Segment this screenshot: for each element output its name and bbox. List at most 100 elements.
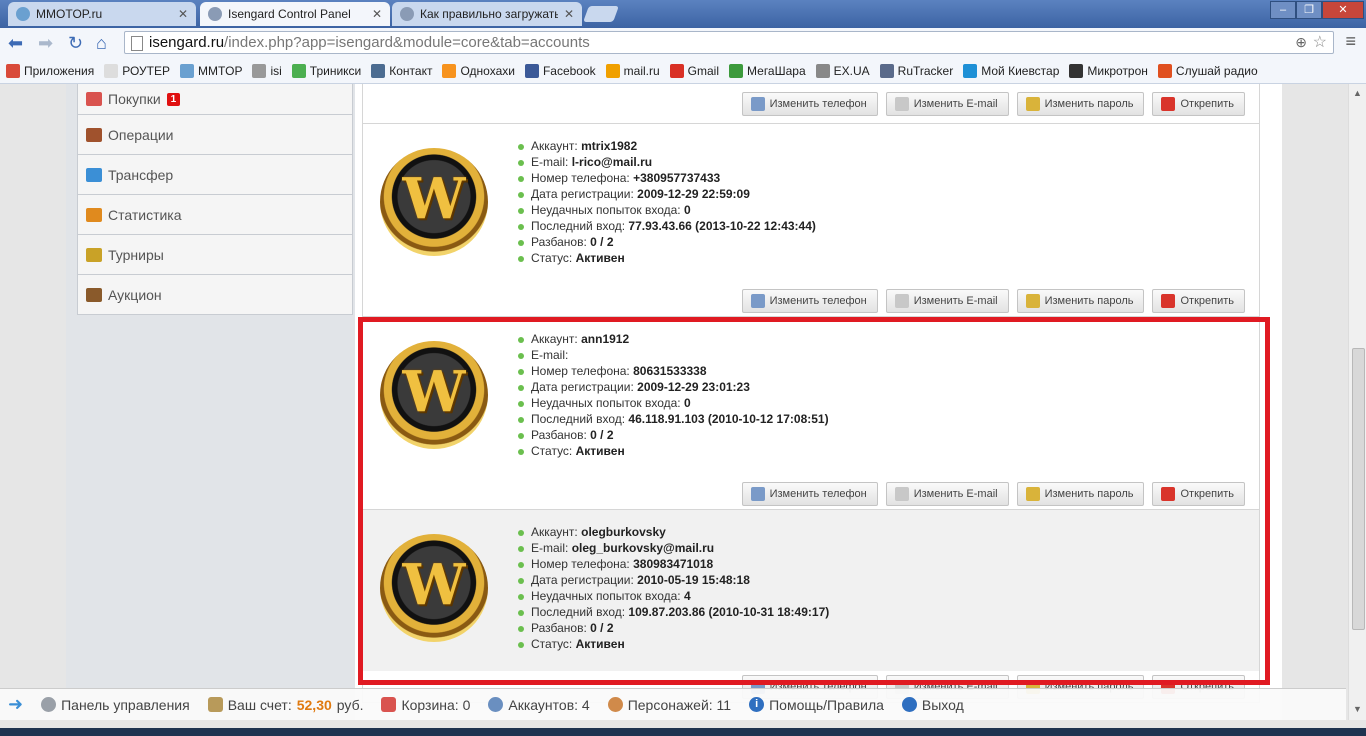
new-tab-button[interactable] (583, 6, 619, 22)
sidebar-item[interactable]: Операции (77, 115, 353, 155)
tab-mmotop[interactable]: MMOTOP.ru ✕ (8, 2, 196, 26)
bookmark-item[interactable]: MMTOP (180, 63, 242, 78)
account-details: Аккаунт: ann1912 E-mail: Номер телефона: … (518, 331, 829, 459)
detail-label: Номер телефона: (531, 171, 630, 185)
bookmark-item[interactable]: Приложения (6, 63, 95, 78)
change-email-button[interactable]: Изменить E-mail (885, 91, 1009, 116)
bookmark-item[interactable]: Однохахи (442, 63, 515, 78)
sidebar-item[interactable]: Статистика (77, 195, 353, 235)
detail-value: ann1912 (581, 332, 630, 346)
vk-icon (371, 63, 386, 78)
rutracker-icon (879, 63, 894, 78)
balance-info[interactable]: Ваш счет: 52,30 руб. (207, 697, 363, 713)
change-email-button[interactable]: Изменить E-mail (885, 481, 1009, 506)
page-scrollbar[interactable]: ▲ ▼ (1348, 84, 1366, 720)
accounts-count-label: Аккаунтов: 4 (508, 696, 590, 713)
button-label: Изменить E-mail (913, 294, 998, 307)
url-host: isengard.ru (149, 34, 225, 51)
bookmark-item[interactable]: isi (252, 63, 282, 78)
scroll-down-icon[interactable]: ▼ (1353, 704, 1362, 714)
bookmark-item[interactable]: Слушай радио (1157, 63, 1258, 78)
change-password-button[interactable]: Изменить пароль (1016, 481, 1145, 506)
bookmark-item[interactable]: Контакт (371, 63, 432, 78)
cart-link[interactable]: Корзина: 0 (381, 697, 470, 713)
page-icon (104, 63, 119, 78)
stop-icon (1161, 96, 1176, 111)
accounts-link[interactable]: Аккаунтов: 4 (488, 696, 590, 713)
detail-label: Номер телефона: (531, 364, 630, 378)
bookmark-item[interactable]: Триникси (291, 63, 361, 78)
sidebar-item-label: Статистика (108, 206, 182, 223)
bookmark-item[interactable]: МегаШара (729, 63, 806, 78)
accounts-list: Изменить телефон Изменить E-mail Изменить … (362, 84, 1260, 703)
collapse-arrow-icon[interactable]: ➜ (8, 694, 23, 715)
detail-label: Неудачных попыток входа: (531, 203, 681, 217)
reload-icon[interactable]: ↻ (68, 32, 83, 54)
bookmark-item[interactable]: EX.UA (815, 63, 870, 78)
detail-value: 46.118.91.103 (2010-10-12 17:08:51) (628, 412, 829, 426)
bookmark-item[interactable]: Gmail (669, 63, 719, 78)
help-link[interactable]: i Помощь/Правила (749, 697, 884, 713)
sidebar-item[interactable]: Турниры (77, 235, 353, 275)
window-close-icon[interactable]: ✕ (1322, 1, 1364, 19)
characters-link[interactable]: Персонажей: 11 (607, 697, 731, 713)
unlink-button[interactable]: Открепить (1152, 288, 1245, 313)
bookmark-item[interactable]: Facebook (524, 63, 596, 78)
close-tab-icon[interactable]: ✕ (372, 7, 382, 21)
sidebar-item-label: Трансфер (108, 166, 174, 183)
change-phone-button[interactable]: Изменить телефон (741, 91, 878, 116)
control-panel-link[interactable]: Панель управления (41, 697, 190, 713)
bookmarks-bar: Приложения РОУТЕР MMTOP isi Триникси Контакт О… (0, 58, 1366, 84)
detail-label: Дата регистрации: (531, 573, 634, 587)
change-email-button[interactable]: Изменить E-mail (885, 288, 1009, 313)
button-label: Изменить E-mail (913, 487, 998, 500)
bookmark-item[interactable]: mail.ru (605, 63, 660, 78)
minimize-icon[interactable]: – (1270, 1, 1296, 19)
tab-isengard[interactable]: Isengard Control Panel ✕ (200, 2, 390, 26)
forward-icon[interactable]: ➡ (38, 32, 53, 54)
detail-label: E-mail: (531, 348, 569, 362)
home-icon[interactable]: ⌂ (96, 32, 107, 54)
bookmark-label: Приложения (24, 63, 95, 78)
detail-label: Дата регистрации: (531, 187, 634, 201)
close-tab-icon[interactable]: ✕ (178, 7, 188, 21)
scroll-thumb[interactable] (1352, 348, 1365, 630)
unlink-button[interactable]: Открепить (1152, 91, 1245, 116)
change-phone-button[interactable]: Изменить телефон (741, 481, 878, 506)
detail-value: Активен (575, 444, 625, 458)
sidebar-item[interactable]: Трансфер (77, 155, 353, 195)
address-bar[interactable]: isengard.ru/index.php?app=isengard&modul… (124, 31, 1334, 54)
unlink-button[interactable]: Открепить (1152, 481, 1245, 506)
key-icon (1025, 96, 1040, 111)
back-icon[interactable]: ⬅ (8, 32, 23, 54)
account-card: W Аккаунт: ann1912 E-mail: Номер телефона:… (362, 317, 1260, 478)
detail-failed-logins: Неудачных попыток входа: 4 (518, 588, 829, 604)
detail-failed-logins: Неудачных попыток входа: 0 (518, 202, 816, 218)
detail-last-login: Последний вход: 77.93.43.66 (2013-10-22 … (518, 218, 816, 234)
detail-label: Статус: (531, 251, 573, 265)
change-password-button[interactable]: Изменить пароль (1016, 288, 1145, 313)
trophy-icon (86, 247, 102, 262)
calculator-icon (207, 697, 223, 712)
account-actions-bar: Изменить телефон Изменить E-mail Изменить … (362, 285, 1260, 317)
change-password-button[interactable]: Изменить пароль (1016, 91, 1145, 116)
cart-icon (381, 697, 397, 712)
bookmark-label: RuTracker (897, 63, 954, 78)
button-label: Открепить (1180, 97, 1234, 110)
bookmark-item[interactable]: RuTracker (879, 63, 954, 78)
bookmark-item[interactable]: Мой Киевстар (963, 63, 1059, 78)
change-phone-button[interactable]: Изменить телефон (741, 288, 878, 313)
logout-link[interactable]: Выход (901, 697, 964, 713)
chrome-menu-icon[interactable]: ≡ (1345, 31, 1356, 52)
bookmark-star-icon[interactable]: ☆ (1313, 32, 1327, 53)
tab-how-to-upload[interactable]: Как правильно загружать ✕ (392, 2, 582, 26)
bookmark-item[interactable]: РОУТЕР (104, 63, 170, 78)
button-label: Открепить (1180, 487, 1234, 500)
maximize-icon[interactable]: ❐ (1296, 1, 1322, 19)
sidebar-item[interactable]: Аукцион (77, 275, 353, 315)
close-tab-icon[interactable]: ✕ (564, 7, 574, 21)
bookmark-item[interactable]: Микротрон (1069, 63, 1148, 78)
scroll-up-icon[interactable]: ▲ (1353, 88, 1362, 98)
zoom-icon[interactable]: ⊕ (1295, 32, 1307, 53)
sidebar-item[interactable]: Покупки 1 (77, 84, 353, 115)
